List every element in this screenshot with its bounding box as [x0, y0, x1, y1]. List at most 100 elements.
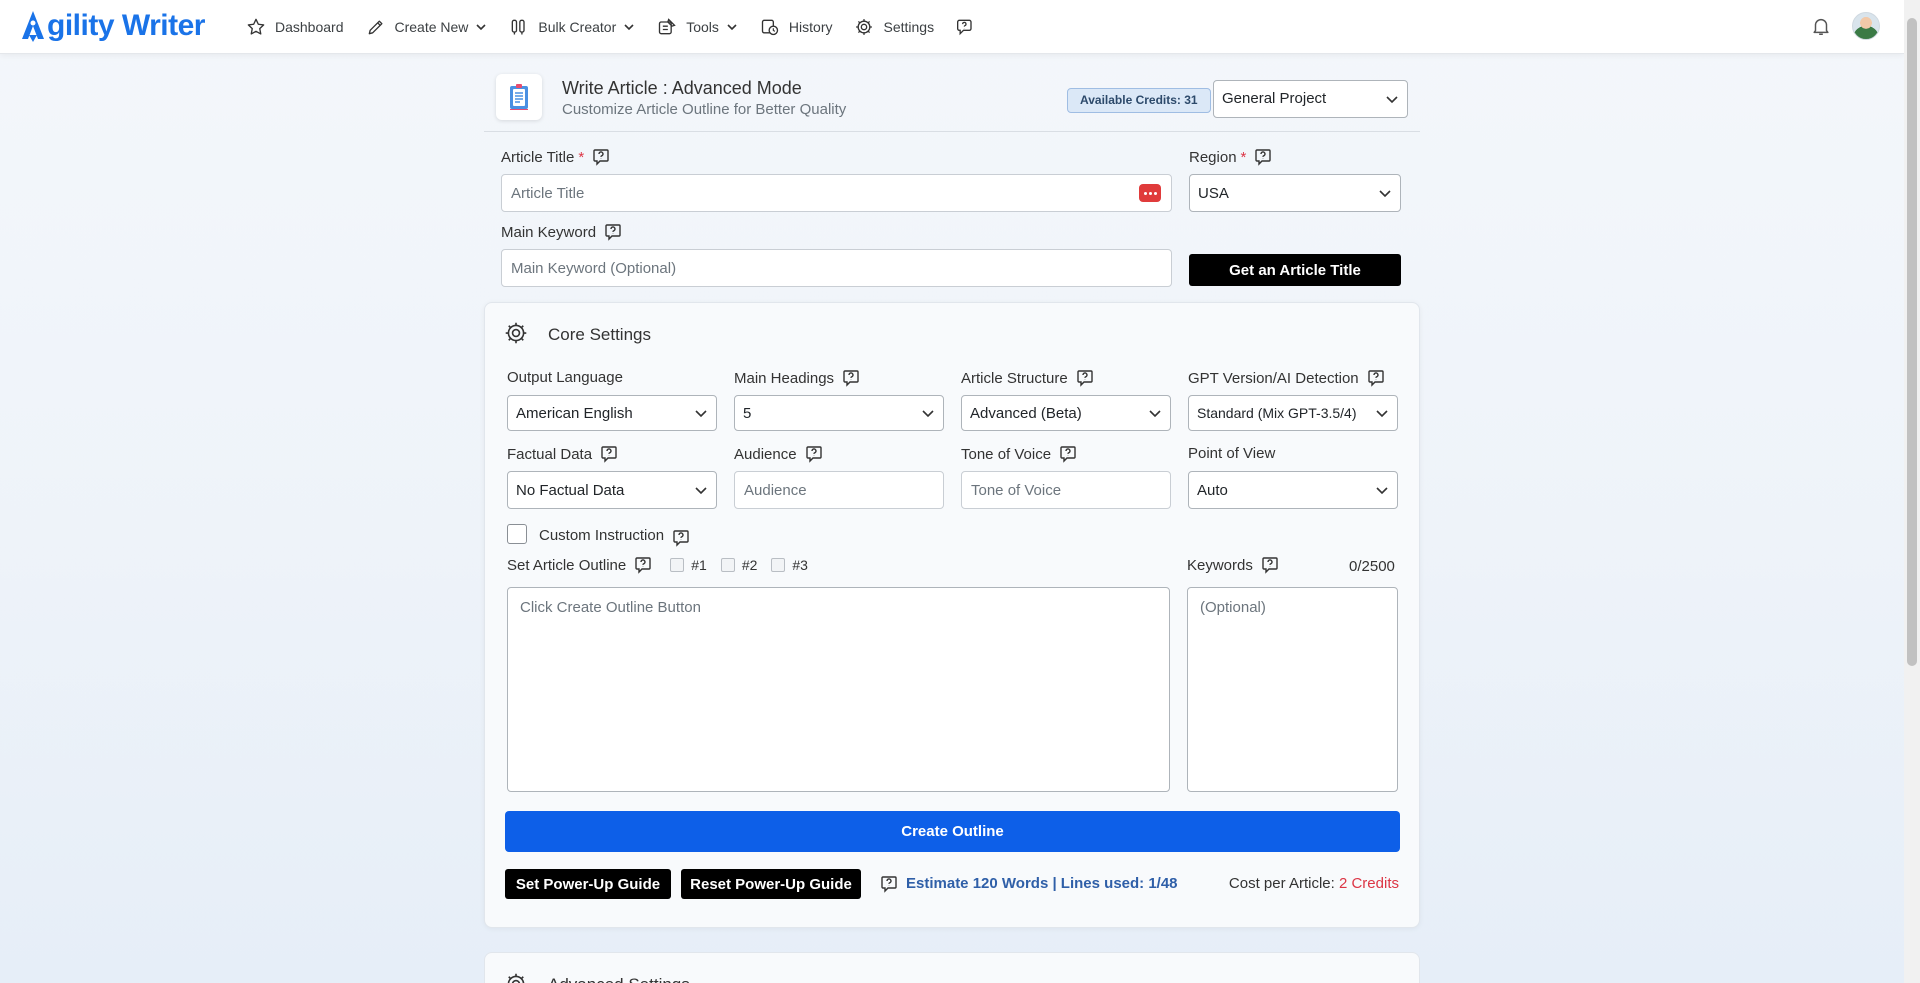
custom-instruction-checkbox[interactable]: [507, 524, 527, 544]
nav-user-area: [1810, 12, 1880, 40]
advanced-settings-title: Advanced Settings: [548, 975, 690, 983]
nav-tools[interactable]: Tools: [657, 0, 738, 54]
reset-power-up-guide-button[interactable]: Reset Power-Up Guide: [681, 869, 861, 899]
project-select[interactable]: General Project: [1213, 80, 1408, 118]
main-keyword-label: Main Keyword: [501, 223, 622, 241]
create-outline-button[interactable]: Create Outline: [505, 811, 1400, 852]
help-icon[interactable]: [604, 223, 622, 241]
gear-icon: [856, 19, 873, 35]
word-estimate: Estimate 120 Words | Lines used: 1/48: [906, 875, 1178, 892]
outline-option-1[interactable]: #1: [670, 557, 707, 573]
keywords-counter: 0/2500: [1349, 558, 1395, 575]
region-select[interactable]: USA: [1189, 174, 1401, 212]
outline-option-label: #2: [741, 557, 758, 573]
article-title-input[interactable]: Article Title: [501, 174, 1172, 212]
outline-label-text: Set Article Outline: [507, 556, 627, 574]
article-structure-select[interactable]: Advanced (Beta): [961, 395, 1171, 431]
help-icon[interactable]: [634, 556, 652, 574]
outline-textarea[interactable]: Click Create Outline Button: [507, 587, 1170, 792]
outline-options: #1 #2 #3: [670, 557, 822, 573]
chevron-down-icon: [624, 24, 634, 31]
help-icon[interactable]: [842, 369, 860, 387]
history-icon: [761, 19, 779, 36]
keywords-label: Keywords: [1187, 556, 1279, 574]
help-icon[interactable]: [1254, 148, 1272, 166]
keywords-textarea[interactable]: (Optional): [1187, 587, 1398, 792]
help-icon[interactable]: [1367, 369, 1385, 387]
brand-name: gility Writer: [47, 9, 205, 42]
tools-icon: [659, 18, 676, 35]
cost-label: Cost per Article:: [1228, 875, 1335, 892]
help-icon[interactable]: [1059, 445, 1077, 463]
help-icon[interactable]: [1076, 369, 1094, 387]
chevron-down-icon: [695, 410, 707, 418]
region-label: Region *: [1189, 148, 1272, 166]
nav-dashboard[interactable]: Dashboard: [246, 0, 344, 54]
outline-placeholder: Click Create Outline Button: [520, 599, 701, 616]
brand-logo[interactable]: gility Writer: [20, 8, 205, 44]
password-manager-icon[interactable]: [1139, 184, 1161, 202]
help-chat-icon: [957, 19, 972, 36]
main-keyword-placeholder: Main Keyword (Optional): [511, 259, 677, 277]
nav-help[interactable]: [956, 0, 985, 54]
rocket-a-icon: [22, 11, 44, 42]
gear-icon: [505, 322, 527, 344]
chevron-down-icon: [476, 24, 486, 31]
nav-tools-label: Tools: [686, 19, 719, 35]
outline-label: Set Article Outline #1 #2 #3: [507, 556, 822, 574]
help-icon[interactable]: [880, 875, 898, 893]
page-header: Write Article : Advanced Mode Customize …: [484, 70, 1420, 132]
output-language-label-text: Output Language: [507, 369, 623, 386]
help-icon[interactable]: [672, 529, 690, 547]
main-headings-select[interactable]: 5: [734, 395, 944, 431]
nav-history[interactable]: History: [760, 0, 833, 54]
notebook-icon: [510, 84, 528, 110]
custom-instruction-label: Custom Instruction: [539, 523, 690, 547]
outline-option-label: #1: [691, 557, 707, 573]
advanced-settings-card[interactable]: Advanced Settings: [484, 952, 1420, 983]
cost-value: 2 Credits: [1338, 875, 1399, 892]
outline-option-3[interactable]: #3: [771, 557, 808, 573]
factual-data-select[interactable]: No Factual Data: [507, 471, 717, 509]
pov-label: Point of View: [1188, 445, 1275, 462]
chevron-down-icon: [922, 410, 934, 418]
audience-label-text: Audience: [734, 445, 797, 463]
gpt-version-label-text: GPT Version/AI Detection: [1188, 369, 1359, 387]
help-icon[interactable]: [600, 445, 618, 463]
audience-placeholder: Audience: [744, 481, 807, 499]
help-icon[interactable]: [805, 445, 823, 463]
nav-settings[interactable]: Settings: [854, 0, 934, 54]
bell-icon[interactable]: [1810, 15, 1832, 37]
article-structure-label-text: Article Structure: [961, 369, 1068, 387]
avatar[interactable]: [1852, 12, 1880, 40]
nav-create-new[interactable]: Create New: [366, 0, 488, 54]
main-nav: Dashboard Create New Bulk Creator Tools …: [246, 0, 1007, 54]
audience-input[interactable]: Audience: [734, 471, 944, 509]
outline-option-label: #3: [792, 557, 808, 573]
article-structure-value: Advanced (Beta): [970, 404, 1082, 422]
pov-label-text: Point of View: [1188, 445, 1276, 462]
main-keyword-input[interactable]: Main Keyword (Optional): [501, 249, 1172, 287]
output-language-select[interactable]: American English: [507, 395, 717, 431]
chevron-down-icon: [1376, 487, 1388, 495]
tone-label: Tone of Voice: [961, 445, 1077, 463]
help-icon[interactable]: [592, 148, 610, 166]
tone-placeholder: Tone of Voice: [971, 481, 1062, 499]
help-icon[interactable]: [1261, 556, 1279, 574]
nav-create-new-label: Create New: [394, 19, 469, 35]
main-keyword-label-text: Main Keyword: [501, 223, 597, 241]
set-power-up-guide-button[interactable]: Set Power-Up Guide: [505, 869, 671, 899]
outline-option-2[interactable]: #2: [720, 557, 758, 573]
gpt-version-label: GPT Version/AI Detection: [1188, 369, 1385, 387]
chevron-down-icon: [1386, 96, 1398, 104]
get-article-title-button[interactable]: Get an Article Title: [1189, 254, 1401, 286]
tone-input[interactable]: Tone of Voice: [961, 471, 1171, 509]
scrollbar-thumb[interactable]: [1907, 18, 1917, 666]
nav-bulk-creator[interactable]: Bulk Creator: [509, 0, 635, 54]
gpt-version-select[interactable]: Standard (Mix GPT-3.5/4): [1188, 395, 1398, 431]
pov-select[interactable]: Auto: [1188, 471, 1398, 509]
chevron-down-icon: [727, 24, 737, 31]
nav-history-label: History: [788, 19, 833, 35]
page-subtitle: Customize Article Outline for Better Qua…: [562, 101, 847, 118]
main-headings-label-text: Main Headings: [734, 369, 835, 387]
